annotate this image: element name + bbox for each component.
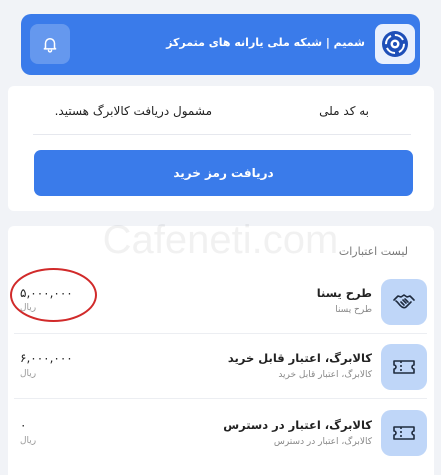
credit-item-unit: ریال [20, 369, 37, 379]
row-divider [14, 398, 427, 399]
credit-item-icon [381, 410, 427, 456]
credit-item-title: کالابرگ، اعتبار در دسترس [223, 418, 372, 432]
app-logo [375, 24, 415, 64]
credit-item-icon [381, 279, 427, 325]
credit-item-title: کالابرگ، اعتبار قابل خرید [227, 351, 372, 365]
credit-item-title: طرح یسنا [316, 286, 372, 300]
credit-item-amount: ۰ [20, 418, 27, 432]
credit-item-icon [381, 344, 427, 390]
app-title: شمیم | شبکه ملی یارانه های متمرکز [166, 36, 365, 49]
ticket-icon [393, 426, 415, 440]
credit-item-amount: ۶,۰۰۰,۰۰۰ [20, 351, 73, 365]
handshake-icon [393, 294, 415, 309]
divider [33, 134, 411, 135]
credit-item-subtitle: کالابرگ، اعتبار قابل خرید [278, 370, 372, 380]
get-purchase-code-button[interactable]: دریافت رمز خرید [34, 150, 413, 196]
bell-icon [43, 38, 57, 53]
credit-item-subtitle: کالابرگ، اعتبار در دسترس [273, 437, 372, 447]
swirl-logo-icon [382, 31, 408, 57]
credits-list-title: لیست اعتبارات [338, 245, 408, 258]
notifications-button[interactable] [30, 24, 70, 64]
row-divider [14, 333, 427, 334]
app-header: شمیم | شبکه ملی یارانه های متمرکز [21, 14, 420, 75]
amount-highlight-circle [10, 268, 97, 322]
credit-item-unit: ریال [20, 436, 37, 446]
national-id-label: به کد ملی [319, 104, 369, 118]
ticket-icon [393, 360, 415, 374]
eligibility-text: مشمول دریافت کالابرگ هستید. [54, 104, 212, 118]
credit-item-subtitle: طرح یسنا [335, 305, 372, 315]
